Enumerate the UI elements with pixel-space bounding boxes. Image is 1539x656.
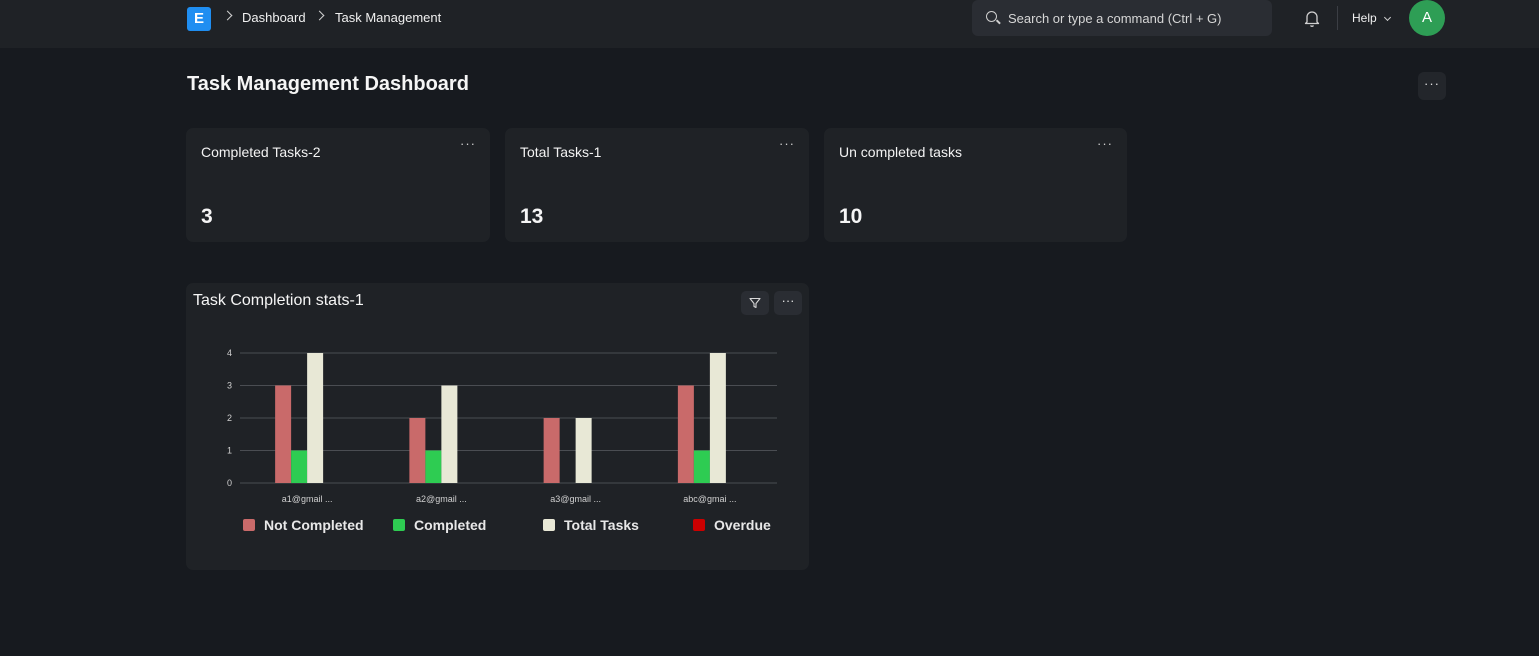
logo-letter: E [193, 10, 204, 27]
legend-total-tasks[interactable]: Total Tasks [543, 517, 639, 533]
card-title: Un completed tasks [839, 144, 962, 160]
bar-total-tasks[interactable] [575, 418, 592, 483]
card-value: 3 [201, 205, 213, 228]
bar-completed[interactable] [693, 450, 710, 484]
breadcrumb-task-management[interactable]: Task Management [335, 10, 441, 25]
legend-label: Overdue [714, 517, 771, 533]
bar-total-tasks[interactable] [441, 385, 458, 484]
bar-total-tasks[interactable] [709, 353, 726, 483]
bar-not-completed[interactable] [275, 385, 292, 484]
search-icon [986, 11, 997, 22]
y-tick-label: 0 [227, 478, 232, 488]
bar-chart: 0 1 2 3 4 a1@gmail ... a2@gmail ... a3@gmail ..… [227, 348, 777, 504]
legend-swatch [393, 519, 405, 531]
number-card-completed[interactable]: Completed Tasks-2 ··· 3 [186, 128, 490, 242]
y-tick-label: 3 [227, 381, 232, 391]
card-value: 13 [520, 205, 544, 228]
card-menu-button[interactable]: ··· [460, 136, 476, 151]
navbar-divider [1337, 6, 1338, 30]
bar-not-completed[interactable] [409, 418, 426, 483]
legend-label: Not Completed [264, 517, 364, 533]
bell-icon[interactable] [1304, 10, 1320, 27]
chevron-right-icon [314, 10, 325, 21]
legend-swatch [693, 519, 705, 531]
x-tick-label: abc@gmai ... [683, 494, 736, 504]
card-title: Completed Tasks-2 [201, 144, 321, 160]
legend-swatch [543, 519, 555, 531]
help-dropdown[interactable]: Help [1352, 11, 1377, 25]
page-menu-button[interactable]: ··· [1418, 72, 1446, 100]
avatar[interactable]: A [1409, 0, 1445, 36]
number-card-total[interactable]: Total Tasks-1 ··· 13 [505, 128, 809, 242]
navbar: E Dashboard Task Management Search or ty… [0, 0, 1539, 48]
legend-swatch [243, 519, 255, 531]
legend-not-completed[interactable]: Not Completed [243, 517, 364, 533]
legend-label: Total Tasks [564, 517, 639, 533]
chart-card: Task Completion stats-1 ··· 0 1 2 3 4 a1@gmai… [186, 283, 809, 570]
legend-label: Completed [414, 517, 487, 533]
search-placeholder: Search or type a command (Ctrl + G) [1008, 11, 1222, 26]
page-title: Task Management Dashboard [187, 73, 469, 95]
bar-total-tasks[interactable] [307, 353, 324, 483]
bar-completed[interactable] [291, 450, 308, 484]
x-tick-label: a2@gmail ... [416, 494, 467, 504]
bar-completed[interactable] [425, 450, 442, 484]
card-menu-button[interactable]: ··· [779, 136, 795, 151]
number-card-uncompleted[interactable]: Un completed tasks ··· 10 [824, 128, 1127, 242]
x-tick-label: a1@gmail ... [282, 494, 333, 504]
y-tick-label: 1 [227, 446, 232, 456]
chevron-right-icon [222, 10, 233, 21]
breadcrumb-dashboard[interactable]: Dashboard [242, 10, 306, 25]
card-title: Total Tasks-1 [520, 144, 602, 160]
app-logo[interactable]: E [187, 7, 211, 31]
x-tick-label: a3@gmail ... [550, 494, 601, 504]
legend-overdue[interactable]: Overdue [693, 517, 771, 533]
y-tick-label: 2 [227, 413, 232, 423]
search-input[interactable]: Search or type a command (Ctrl + G) [972, 0, 1272, 36]
bar-not-completed[interactable] [543, 418, 560, 483]
card-value: 10 [839, 205, 863, 228]
bar-not-completed[interactable] [677, 385, 694, 484]
chevron-down-icon [1383, 13, 1392, 22]
legend-completed[interactable]: Completed [393, 517, 486, 533]
y-tick-label: 4 [227, 348, 232, 358]
card-menu-button[interactable]: ··· [1097, 136, 1113, 151]
